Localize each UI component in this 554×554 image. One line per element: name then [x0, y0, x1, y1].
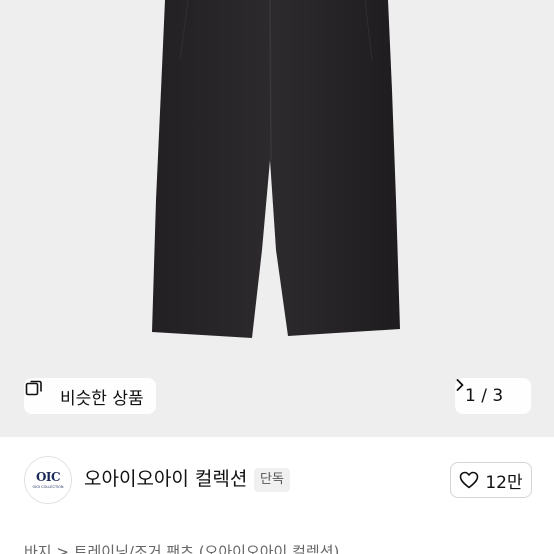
like-count: 12만 [485, 472, 523, 493]
brand-like-button[interactable]: 12만 [450, 462, 532, 498]
similar-products-button[interactable]: 비슷한 상품 [24, 378, 156, 414]
brand-name[interactable]: 오아이오아이 컬렉션 [84, 467, 247, 491]
brand-row: OIC OIOI COLLECTION 오아이오아이 컬렉션 단독 12만 [0, 437, 554, 523]
pants-photo [152, 0, 400, 338]
similar-products-label: 비슷한 상품 [60, 388, 144, 409]
brand-logo-subtext: OIOI COLLECTION [32, 485, 64, 489]
brand-logo-mark: OIC [35, 470, 61, 484]
image-pager[interactable]: 1 / 3 [455, 378, 531, 414]
copy-icon [25, 380, 54, 406]
brand-logo[interactable]: OIC OIOI COLLECTION [24, 456, 72, 504]
heart-icon [459, 471, 479, 489]
product-image[interactable]: 비슷한 상품 1 / 3 [0, 0, 554, 437]
exclusive-badge: 단독 [254, 468, 290, 492]
pager-text: 1 / 3 [465, 386, 504, 406]
category-breadcrumb[interactable]: 바지 > 트레이닝/조거 팬츠 (오아이오아이 컬렉션) [24, 541, 339, 554]
